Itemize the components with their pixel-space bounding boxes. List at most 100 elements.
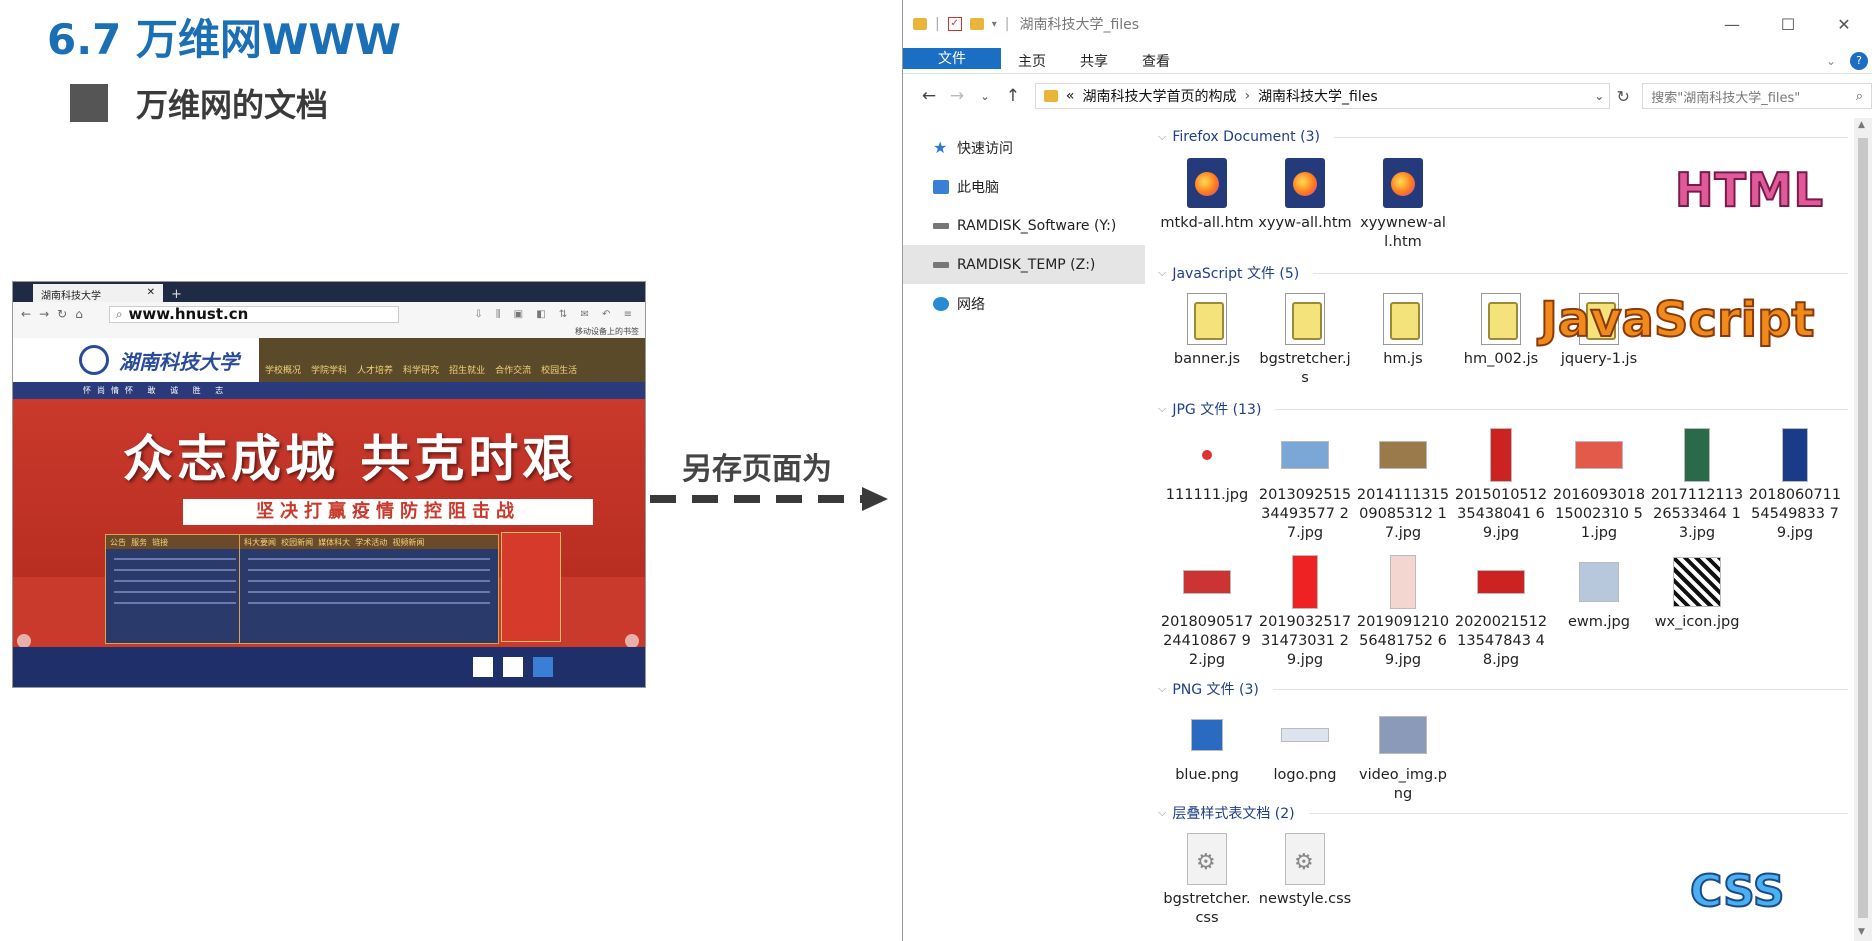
- sidebar-item-quick-access[interactable]: ★ 快速访问: [903, 128, 1145, 167]
- file-item[interactable]: wx_icon.jpg: [1648, 547, 1746, 670]
- file-item[interactable]: bgstretcher.css: [1158, 824, 1256, 928]
- sidebar-item-this-pc[interactable]: 此电脑: [903, 167, 1145, 206]
- group-header[interactable]: ⌵ PNG 文件 (3): [1158, 678, 1848, 700]
- file-item[interactable]: 201809051724410867 92.jpg: [1158, 547, 1256, 670]
- forward-icon[interactable]: →: [943, 86, 971, 106]
- list-item[interactable]: [114, 580, 236, 582]
- site-nav-item[interactable]: 校园生活: [541, 363, 577, 376]
- panel-tab[interactable]: 媒体科大: [318, 538, 350, 547]
- home-icon[interactable]: ⌂: [75, 307, 83, 321]
- back-icon[interactable]: ←: [21, 307, 31, 321]
- list-item[interactable]: [114, 602, 236, 604]
- properties-icon[interactable]: ✓: [947, 17, 962, 31]
- site-nav-item[interactable]: 合作交流: [495, 363, 531, 376]
- file-item[interactable]: xyyw-all.htm: [1256, 148, 1354, 252]
- close-icon[interactable]: ✕: [147, 287, 155, 299]
- site-nav-item[interactable]: 人才培养: [357, 363, 393, 376]
- list-item[interactable]: [248, 569, 490, 571]
- browser-toolbar-icons[interactable]: ⇩ ⫼ ▣ ◧ ⇅ ✉ ↶ ≡: [474, 309, 637, 320]
- url-bar[interactable]: ⌕ www.hnust.cn: [108, 305, 399, 323]
- back-icon[interactable]: ←: [915, 86, 943, 106]
- group-header[interactable]: ⌵ Firefox Document (3): [1158, 126, 1848, 148]
- recent-locations-icon[interactable]: ⌄: [971, 90, 999, 103]
- list-item[interactable]: [114, 569, 236, 571]
- vertical-scrollbar[interactable]: ▲ ▼: [1854, 118, 1872, 941]
- carousel-next-icon[interactable]: [625, 634, 639, 648]
- file-item[interactable]: ewm.jpg: [1550, 547, 1648, 670]
- tab-view[interactable]: 查看: [1125, 48, 1187, 73]
- breadcrumb-item[interactable]: 湖南科技大学_files: [1258, 86, 1378, 106]
- file-item[interactable]: xyywnew-all.htm: [1354, 148, 1452, 252]
- file-item[interactable]: 201501051235438041 69.jpg: [1452, 420, 1550, 543]
- breadcrumb-item[interactable]: 湖南科技大学首页的构成: [1082, 86, 1236, 106]
- list-item[interactable]: [114, 591, 236, 593]
- up-icon[interactable]: ↑: [999, 86, 1027, 106]
- file-item[interactable]: 201411131509085312 17.jpg: [1354, 420, 1452, 543]
- group-header[interactable]: ⌵ 层叠样式表文档 (2): [1158, 802, 1848, 824]
- chevron-down-icon[interactable]: ⌵: [1158, 130, 1166, 144]
- scrollbar-thumb[interactable]: [1858, 138, 1868, 918]
- panel-tab[interactable]: 视频新闻: [392, 538, 424, 547]
- file-item[interactable]: video_img.png: [1354, 700, 1452, 804]
- panel-tab[interactable]: 链接: [152, 538, 168, 547]
- file-item[interactable]: newstyle.css: [1256, 824, 1354, 928]
- refresh-icon[interactable]: ↻: [1610, 87, 1636, 106]
- file-item[interactable]: 201609301815002310 51.jpg: [1550, 420, 1648, 543]
- file-item[interactable]: logo.png: [1256, 700, 1354, 804]
- group-header[interactable]: ⌵ JavaScript 文件 (5): [1158, 262, 1848, 284]
- chevron-right-icon[interactable]: ›: [1244, 88, 1250, 104]
- minimize-icon[interactable]: —: [1704, 15, 1760, 34]
- scroll-up-icon[interactable]: ▲: [1858, 120, 1865, 130]
- scroll-down-icon[interactable]: ▼: [1858, 927, 1865, 937]
- tab-home[interactable]: 主页: [1001, 48, 1063, 73]
- panel-tab[interactable]: 学术活动: [355, 538, 387, 547]
- panel-tab[interactable]: 科大要闻: [244, 538, 276, 547]
- promo-poster[interactable]: [501, 532, 561, 642]
- list-item[interactable]: [248, 580, 490, 582]
- file-item[interactable]: hm.js: [1354, 284, 1452, 388]
- file-item[interactable]: hm_002.js: [1452, 284, 1550, 388]
- breadcrumb-prefix[interactable]: «: [1066, 88, 1075, 104]
- file-item[interactable]: bgstretcher.js: [1256, 284, 1354, 388]
- panel-tab[interactable]: 服务: [131, 538, 147, 547]
- file-item[interactable]: mtkd-all.htm: [1158, 148, 1256, 252]
- site-nav-item[interactable]: 招生就业: [449, 363, 485, 376]
- file-item[interactable]: banner.js: [1158, 284, 1256, 388]
- address-bar[interactable]: « 湖南科技大学首页的构成 › 湖南科技大学_files ⌄: [1034, 83, 1611, 109]
- tab-file[interactable]: 文件: [903, 48, 1001, 69]
- help-icon[interactable]: ?: [1850, 51, 1868, 70]
- bookmark-hint[interactable]: 移动设备上的书签: [575, 327, 639, 336]
- site-nav-item[interactable]: 学校概况: [265, 363, 301, 376]
- file-item[interactable]: 201806071154549833 79.jpg: [1746, 420, 1844, 543]
- site-nav-item[interactable]: 学院学科: [311, 363, 347, 376]
- list-item[interactable]: [248, 602, 490, 604]
- group-header[interactable]: ⌵ JPG 文件 (13): [1158, 398, 1848, 420]
- chevron-down-icon[interactable]: ⌵: [1158, 266, 1166, 280]
- file-item[interactable]: 202002151213547843 48.jpg: [1452, 547, 1550, 670]
- file-item[interactable]: blue.png: [1158, 700, 1256, 804]
- file-item[interactable]: 201309251534493577 27.jpg: [1256, 420, 1354, 543]
- chevron-down-icon[interactable]: ⌄: [1589, 89, 1609, 103]
- carousel-prev-icon[interactable]: [17, 634, 31, 648]
- expand-ribbon-icon[interactable]: ⌄: [1826, 54, 1836, 68]
- sidebar-item-drive-y[interactable]: RAMDISK_Software (Y:): [903, 206, 1145, 245]
- panel-tab[interactable]: 公告: [110, 538, 126, 547]
- site-nav-item[interactable]: 科学研究: [403, 363, 439, 376]
- new-folder-icon[interactable]: [969, 18, 984, 30]
- sidebar-item-drive-z[interactable]: RAMDISK_TEMP (Z:): [903, 245, 1145, 284]
- chevron-down-icon[interactable]: ⌵: [1158, 682, 1166, 696]
- panel-tab[interactable]: 校园新闻: [281, 538, 313, 547]
- list-item[interactable]: [248, 558, 490, 560]
- reload-icon[interactable]: ↻: [57, 307, 67, 321]
- new-tab-icon[interactable]: +: [171, 287, 182, 302]
- browser-tab[interactable]: 湖南科技大学 ✕: [33, 284, 163, 302]
- tab-share[interactable]: 共享: [1063, 48, 1125, 73]
- maximize-icon[interactable]: ☐: [1760, 15, 1816, 34]
- chevron-down-icon[interactable]: ⌵: [1158, 806, 1166, 820]
- file-item[interactable]: 201909121056481752 69.jpg: [1354, 547, 1452, 670]
- file-item[interactable]: 111111.jpg: [1158, 420, 1256, 543]
- search-input[interactable]: 搜索"湖南科技大学_files" ⌕: [1642, 83, 1872, 109]
- list-item[interactable]: [248, 591, 490, 593]
- chevron-down-icon[interactable]: ⌵: [1158, 402, 1166, 416]
- list-item[interactable]: [114, 558, 236, 560]
